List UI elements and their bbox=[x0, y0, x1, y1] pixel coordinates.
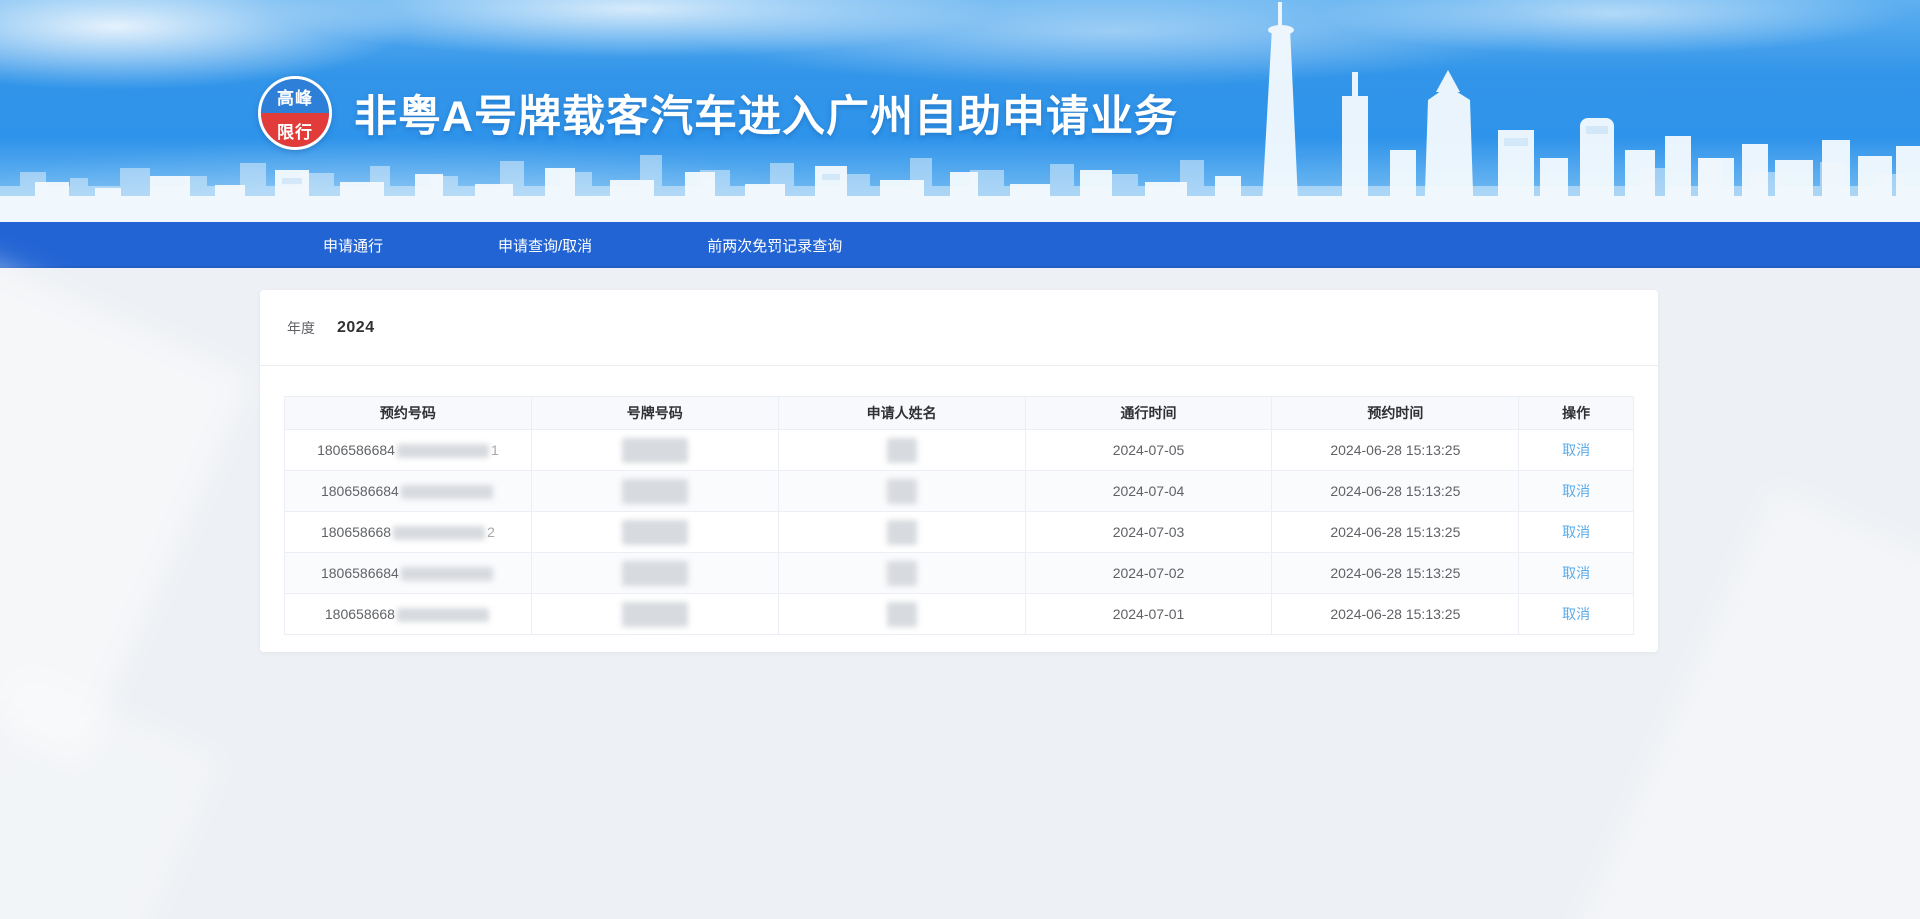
redacted-applicant-name bbox=[887, 602, 917, 627]
year-filter-row: 年度 2024 bbox=[260, 290, 1658, 366]
table-row: 1806586684 2024-07-04 2024-06-28 15:13:2… bbox=[285, 471, 1634, 512]
reserved-at-cell: 2024-06-28 15:13:25 bbox=[1272, 471, 1519, 512]
reserved-at-cell: 2024-06-28 15:13:25 bbox=[1272, 430, 1519, 471]
applicant-name-cell bbox=[778, 553, 1025, 594]
plate-number-cell bbox=[531, 553, 778, 594]
redacted-plate-number bbox=[622, 438, 688, 463]
logo-top-text: 高峰 bbox=[261, 79, 329, 113]
redacted-reservation-digits bbox=[393, 526, 485, 540]
banner-content: 高峰 限行 非粤A号牌载客汽车进入广州自助申请业务 bbox=[258, 76, 1178, 150]
nav-item-query-cancel[interactable]: 申请查询/取消 bbox=[498, 235, 592, 256]
table-header-row: 预约号码 号牌号码 申请人姓名 通行时间 预约时间 操作 bbox=[285, 397, 1634, 430]
redacted-applicant-name bbox=[887, 438, 917, 463]
action-cell: 取消 bbox=[1519, 594, 1634, 635]
content-area: 年度 2024 预约号码 号牌号码 申请人姓名 通行时间 bbox=[0, 268, 1920, 919]
reservation-number-prefix: 1806586684 bbox=[321, 565, 399, 581]
cancel-link[interactable]: 取消 bbox=[1562, 483, 1590, 499]
action-cell: 取消 bbox=[1519, 430, 1634, 471]
redacted-reservation-digits bbox=[401, 485, 493, 499]
reservation-number-cell: 1806586684 bbox=[285, 471, 532, 512]
redacted-plate-number bbox=[622, 561, 688, 586]
background-streak bbox=[0, 255, 252, 761]
reservation-number-cell: 180658668 2 bbox=[285, 512, 532, 553]
reserved-at-cell: 2024-06-28 15:13:25 bbox=[1272, 512, 1519, 553]
applicant-name-cell bbox=[778, 471, 1025, 512]
plate-number-cell bbox=[531, 471, 778, 512]
pass-date-cell: 2024-07-04 bbox=[1025, 471, 1272, 512]
year-label: 年度 bbox=[287, 318, 315, 338]
redacted-reservation-digits bbox=[397, 608, 489, 622]
reservation-number-cell: 1806586684 1 bbox=[285, 430, 532, 471]
redacted-applicant-name bbox=[887, 520, 917, 545]
reservation-number-cell: 1806586684 bbox=[285, 553, 532, 594]
cancel-link[interactable]: 取消 bbox=[1562, 606, 1590, 622]
records-table-wrapper: 预约号码 号牌号码 申请人姓名 通行时间 预约时间 操作 1806586684 1 bbox=[260, 366, 1658, 655]
column-header-actions: 操作 bbox=[1519, 397, 1634, 430]
pass-date-cell: 2024-07-02 bbox=[1025, 553, 1272, 594]
cancel-link[interactable]: 取消 bbox=[1562, 442, 1590, 458]
action-cell: 取消 bbox=[1519, 553, 1634, 594]
reservation-number-prefix: 1806586684 bbox=[317, 442, 395, 458]
redacted-reservation-digits bbox=[397, 444, 489, 458]
nav-item-apply-pass[interactable]: 申请通行 bbox=[323, 235, 383, 256]
column-header-pass-date: 通行时间 bbox=[1025, 397, 1272, 430]
redacted-plate-number bbox=[622, 479, 688, 504]
pass-date-cell: 2024-07-05 bbox=[1025, 430, 1272, 471]
plate-number-cell bbox=[531, 512, 778, 553]
logo-bottom-text: 限行 bbox=[261, 113, 329, 147]
reservation-number-suffix: 1 bbox=[491, 442, 499, 458]
header-banner: 高峰 限行 非粤A号牌载客汽车进入广州自助申请业务 bbox=[0, 0, 1920, 222]
nav-item-penalty-free-records[interactable]: 前两次免罚记录查询 bbox=[707, 235, 842, 256]
redacted-plate-number bbox=[622, 602, 688, 627]
records-card: 年度 2024 预约号码 号牌号码 申请人姓名 通行时间 bbox=[260, 290, 1658, 652]
reservation-number-suffix: 2 bbox=[487, 524, 495, 540]
redacted-plate-number bbox=[622, 520, 688, 545]
page: 高峰 限行 非粤A号牌载客汽车进入广州自助申请业务 申请通行 申请查询/取消 前… bbox=[0, 0, 1920, 919]
plate-number-cell bbox=[531, 430, 778, 471]
column-header-reservation-number: 预约号码 bbox=[285, 397, 532, 430]
table-row: 180658668 2 2024-07-03 2024-06-28 15:13:2… bbox=[285, 512, 1634, 553]
records-table: 预约号码 号牌号码 申请人姓名 通行时间 预约时间 操作 1806586684 1 bbox=[284, 396, 1634, 635]
background-streak bbox=[0, 669, 224, 919]
pass-date-cell: 2024-07-01 bbox=[1025, 594, 1272, 635]
redacted-reservation-digits bbox=[401, 567, 493, 581]
table-row: 1806586684 1 2024-07-05 2024-06-28 15:13:… bbox=[285, 430, 1634, 471]
reservation-number-cell: 180658668 bbox=[285, 594, 532, 635]
table-row: 1806586684 2024-07-02 2024-06-28 15:13:2… bbox=[285, 553, 1634, 594]
column-header-applicant-name: 申请人姓名 bbox=[778, 397, 1025, 430]
column-header-reserved-at: 预约时间 bbox=[1272, 397, 1519, 430]
peak-restriction-logo: 高峰 限行 bbox=[258, 76, 332, 150]
reservation-number-prefix: 1806586684 bbox=[321, 483, 399, 499]
applicant-name-cell bbox=[778, 594, 1025, 635]
plate-number-cell bbox=[531, 594, 778, 635]
column-header-plate-number: 号牌号码 bbox=[531, 397, 778, 430]
page-title: 非粤A号牌载客汽车进入广州自助申请业务 bbox=[354, 82, 1178, 144]
cancel-link[interactable]: 取消 bbox=[1562, 565, 1590, 581]
applicant-name-cell bbox=[778, 512, 1025, 553]
action-cell: 取消 bbox=[1519, 471, 1634, 512]
pass-date-cell: 2024-07-03 bbox=[1025, 512, 1272, 553]
action-cell: 取消 bbox=[1519, 512, 1634, 553]
reservation-number-prefix: 180658668 bbox=[325, 606, 395, 622]
table-row: 180658668 2024-07-01 2024-06-28 15:13:25… bbox=[285, 594, 1634, 635]
main-nav: 申请通行 申请查询/取消 前两次免罚记录查询 bbox=[0, 222, 1920, 268]
year-value: 2024 bbox=[337, 319, 375, 337]
cancel-link[interactable]: 取消 bbox=[1562, 524, 1590, 540]
reserved-at-cell: 2024-06-28 15:13:25 bbox=[1272, 553, 1519, 594]
applicant-name-cell bbox=[778, 430, 1025, 471]
redacted-applicant-name bbox=[887, 479, 917, 504]
reserved-at-cell: 2024-06-28 15:13:25 bbox=[1272, 594, 1519, 635]
reservation-number-prefix: 180658668 bbox=[321, 524, 391, 540]
redacted-applicant-name bbox=[887, 561, 917, 586]
